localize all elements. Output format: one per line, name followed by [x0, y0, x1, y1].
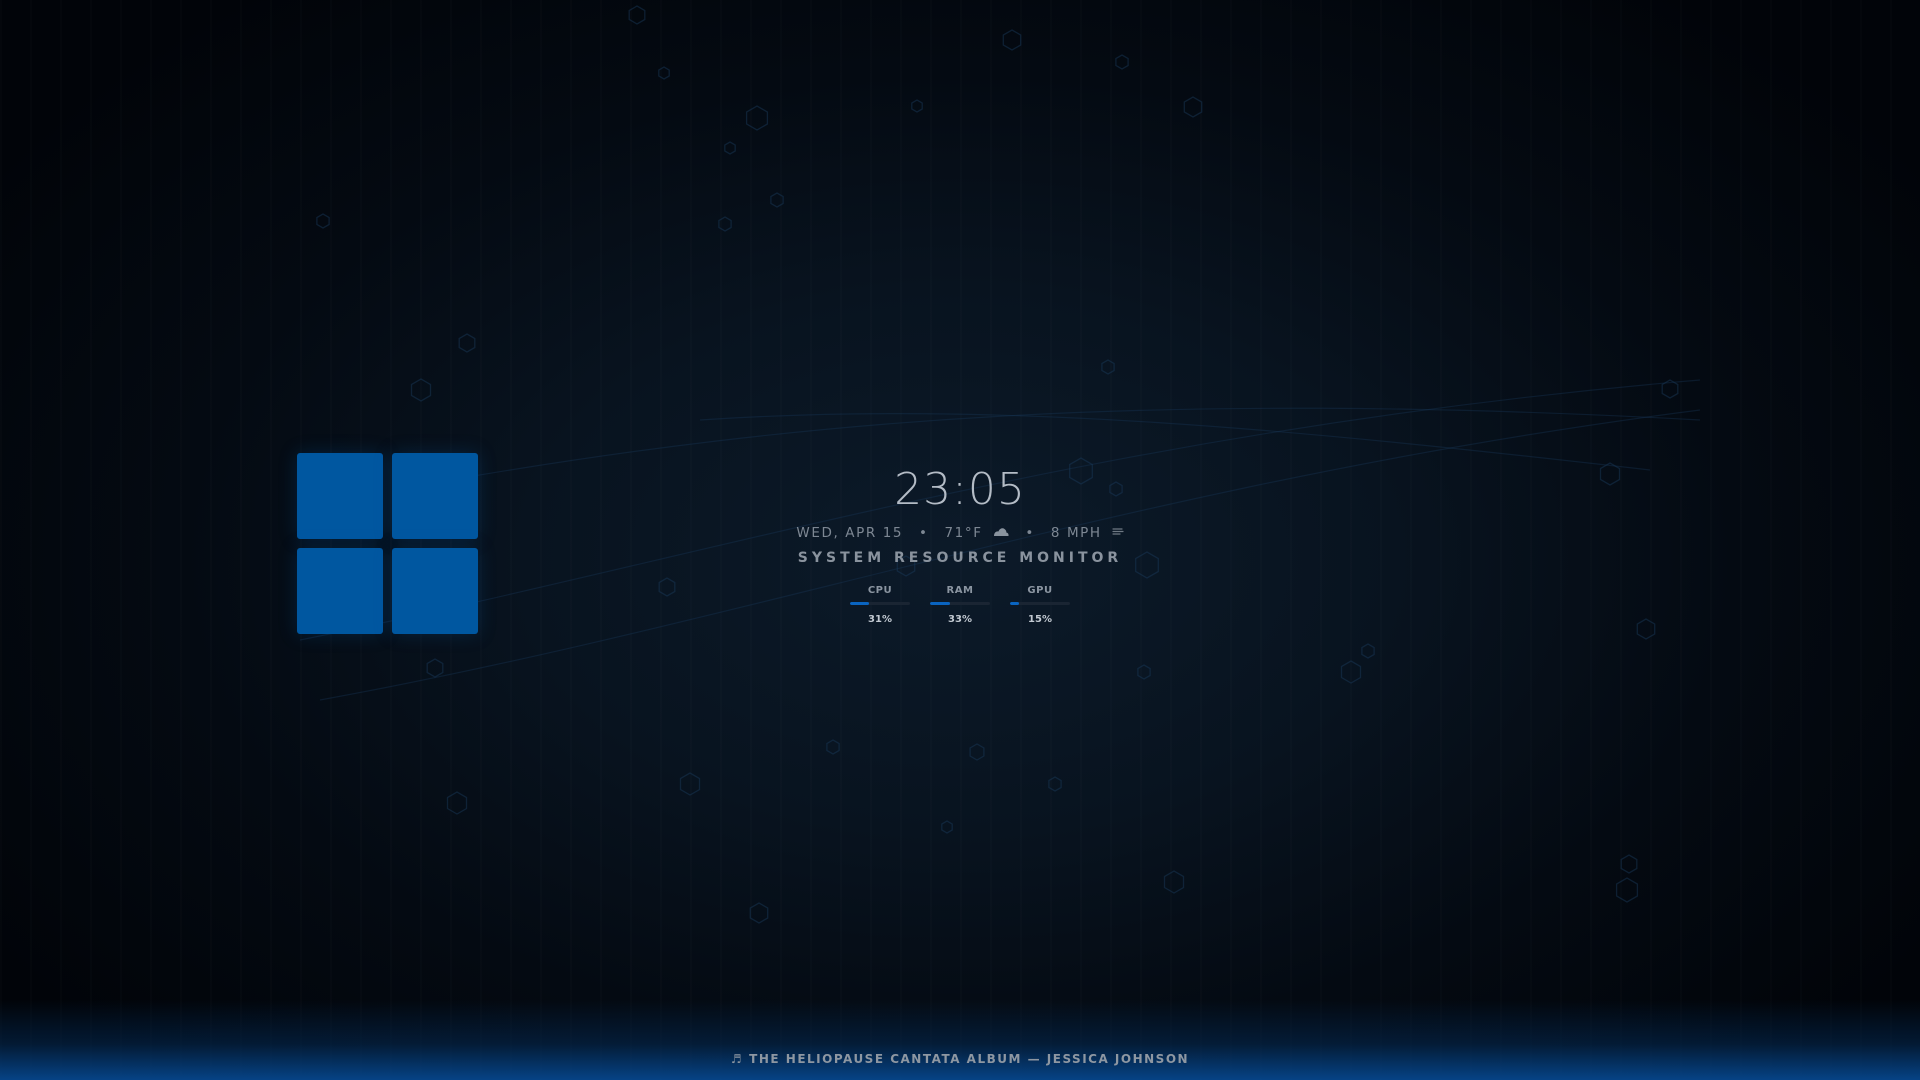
hexagon-particle — [1101, 359, 1115, 375]
windows-logo-pane — [392, 453, 478, 539]
hexagon-particle — [1361, 643, 1375, 659]
wind-icon — [1111, 528, 1124, 535]
music-note-icon: ♬ — [730, 1052, 744, 1066]
stat-bar-track — [1010, 602, 1070, 605]
stat-bar-fill — [850, 602, 869, 605]
hexagon-particle — [1615, 877, 1639, 903]
monitor-title: SYSTEM RESOURCE MONITOR — [797, 550, 1123, 566]
hexagon-particle — [1183, 96, 1203, 118]
hexagon-particle — [1137, 664, 1151, 680]
temperature-text: 71°F — [944, 525, 983, 541]
stat-label: GPU — [1027, 585, 1053, 596]
hexagon-particle — [628, 5, 646, 25]
system-widget: 23:05 WED, APR 15 • 71°F • 8 MPH SYSTEM … — [760, 462, 1160, 628]
windows-logo-pane — [297, 548, 383, 634]
now-playing-text: THE HELIOPAUSE CANTATA ALBUM — JESSICA J… — [749, 1052, 1190, 1066]
hexagon-particle — [1115, 54, 1129, 70]
hexagon-particle — [724, 141, 736, 155]
stat-gpu: GPU 15% — [1010, 584, 1070, 626]
hexagon-particle — [718, 216, 732, 232]
now-playing: ♬ THE HELIOPAUSE CANTATA ALBUM — JESSICA … — [0, 1050, 1920, 1068]
hexagon-particle — [826, 739, 840, 755]
stat-value: 31% — [868, 614, 892, 625]
stat-value: 33% — [948, 614, 972, 625]
stat-cpu: CPU 31% — [850, 584, 910, 626]
windows-logo-pane — [392, 548, 478, 634]
stat-bar-fill — [930, 602, 950, 605]
hexagon-particle — [1340, 660, 1362, 684]
stat-value: 15% — [1028, 614, 1052, 625]
hexagon-particle — [446, 791, 468, 815]
wind-text: 8 MPH — [1050, 525, 1102, 541]
date-text: WED, APR 15 — [796, 525, 904, 541]
hexagon-particle — [1002, 29, 1022, 51]
stat-ram: RAM 33% — [930, 584, 990, 626]
bottom-glow — [0, 1000, 1920, 1080]
separator: • — [1025, 525, 1035, 541]
stat-bar-fill — [1010, 602, 1019, 605]
stat-bar-track — [930, 602, 990, 605]
hexagon-particle — [941, 820, 953, 834]
windows-logo — [297, 453, 479, 635]
hexagon-particle — [658, 577, 676, 597]
hexagon-particle — [1661, 379, 1679, 399]
hexagon-particle — [679, 772, 701, 796]
clock-time: 23:05 — [894, 464, 1026, 515]
hexagon-particle — [1163, 870, 1185, 894]
stat-bar-track — [850, 602, 910, 605]
hexagon-particle — [1599, 462, 1621, 486]
separator: • — [918, 525, 929, 541]
hexagon-particle — [458, 333, 476, 353]
date-weather-line: WED, APR 15 • 71°F • 8 MPH — [760, 524, 1160, 542]
hexagon-particle — [911, 99, 923, 113]
hexagon-particle — [969, 743, 985, 761]
hexagon-particle — [1620, 854, 1638, 874]
resource-stats: CPU 31% RAM 33% GPU 15% — [760, 584, 1160, 628]
hexagon-particle — [410, 378, 432, 402]
hexagon-particle — [745, 105, 769, 131]
desktop-wallpaper: 23:05 WED, APR 15 • 71°F • 8 MPH SYSTEM … — [0, 0, 1920, 1080]
hexagon-particle — [1048, 776, 1062, 792]
hexagon-particle — [658, 66, 670, 80]
hexagon-particle — [316, 213, 330, 229]
windows-logo-pane — [297, 453, 383, 539]
hexagon-particle — [749, 902, 769, 924]
hexagon-particle — [1636, 618, 1656, 640]
hexagon-particle — [426, 658, 444, 678]
stat-label: RAM — [946, 585, 974, 596]
stat-label: CPU — [867, 585, 893, 596]
hexagon-particle — [770, 192, 784, 208]
cloud-icon — [994, 528, 1010, 536]
